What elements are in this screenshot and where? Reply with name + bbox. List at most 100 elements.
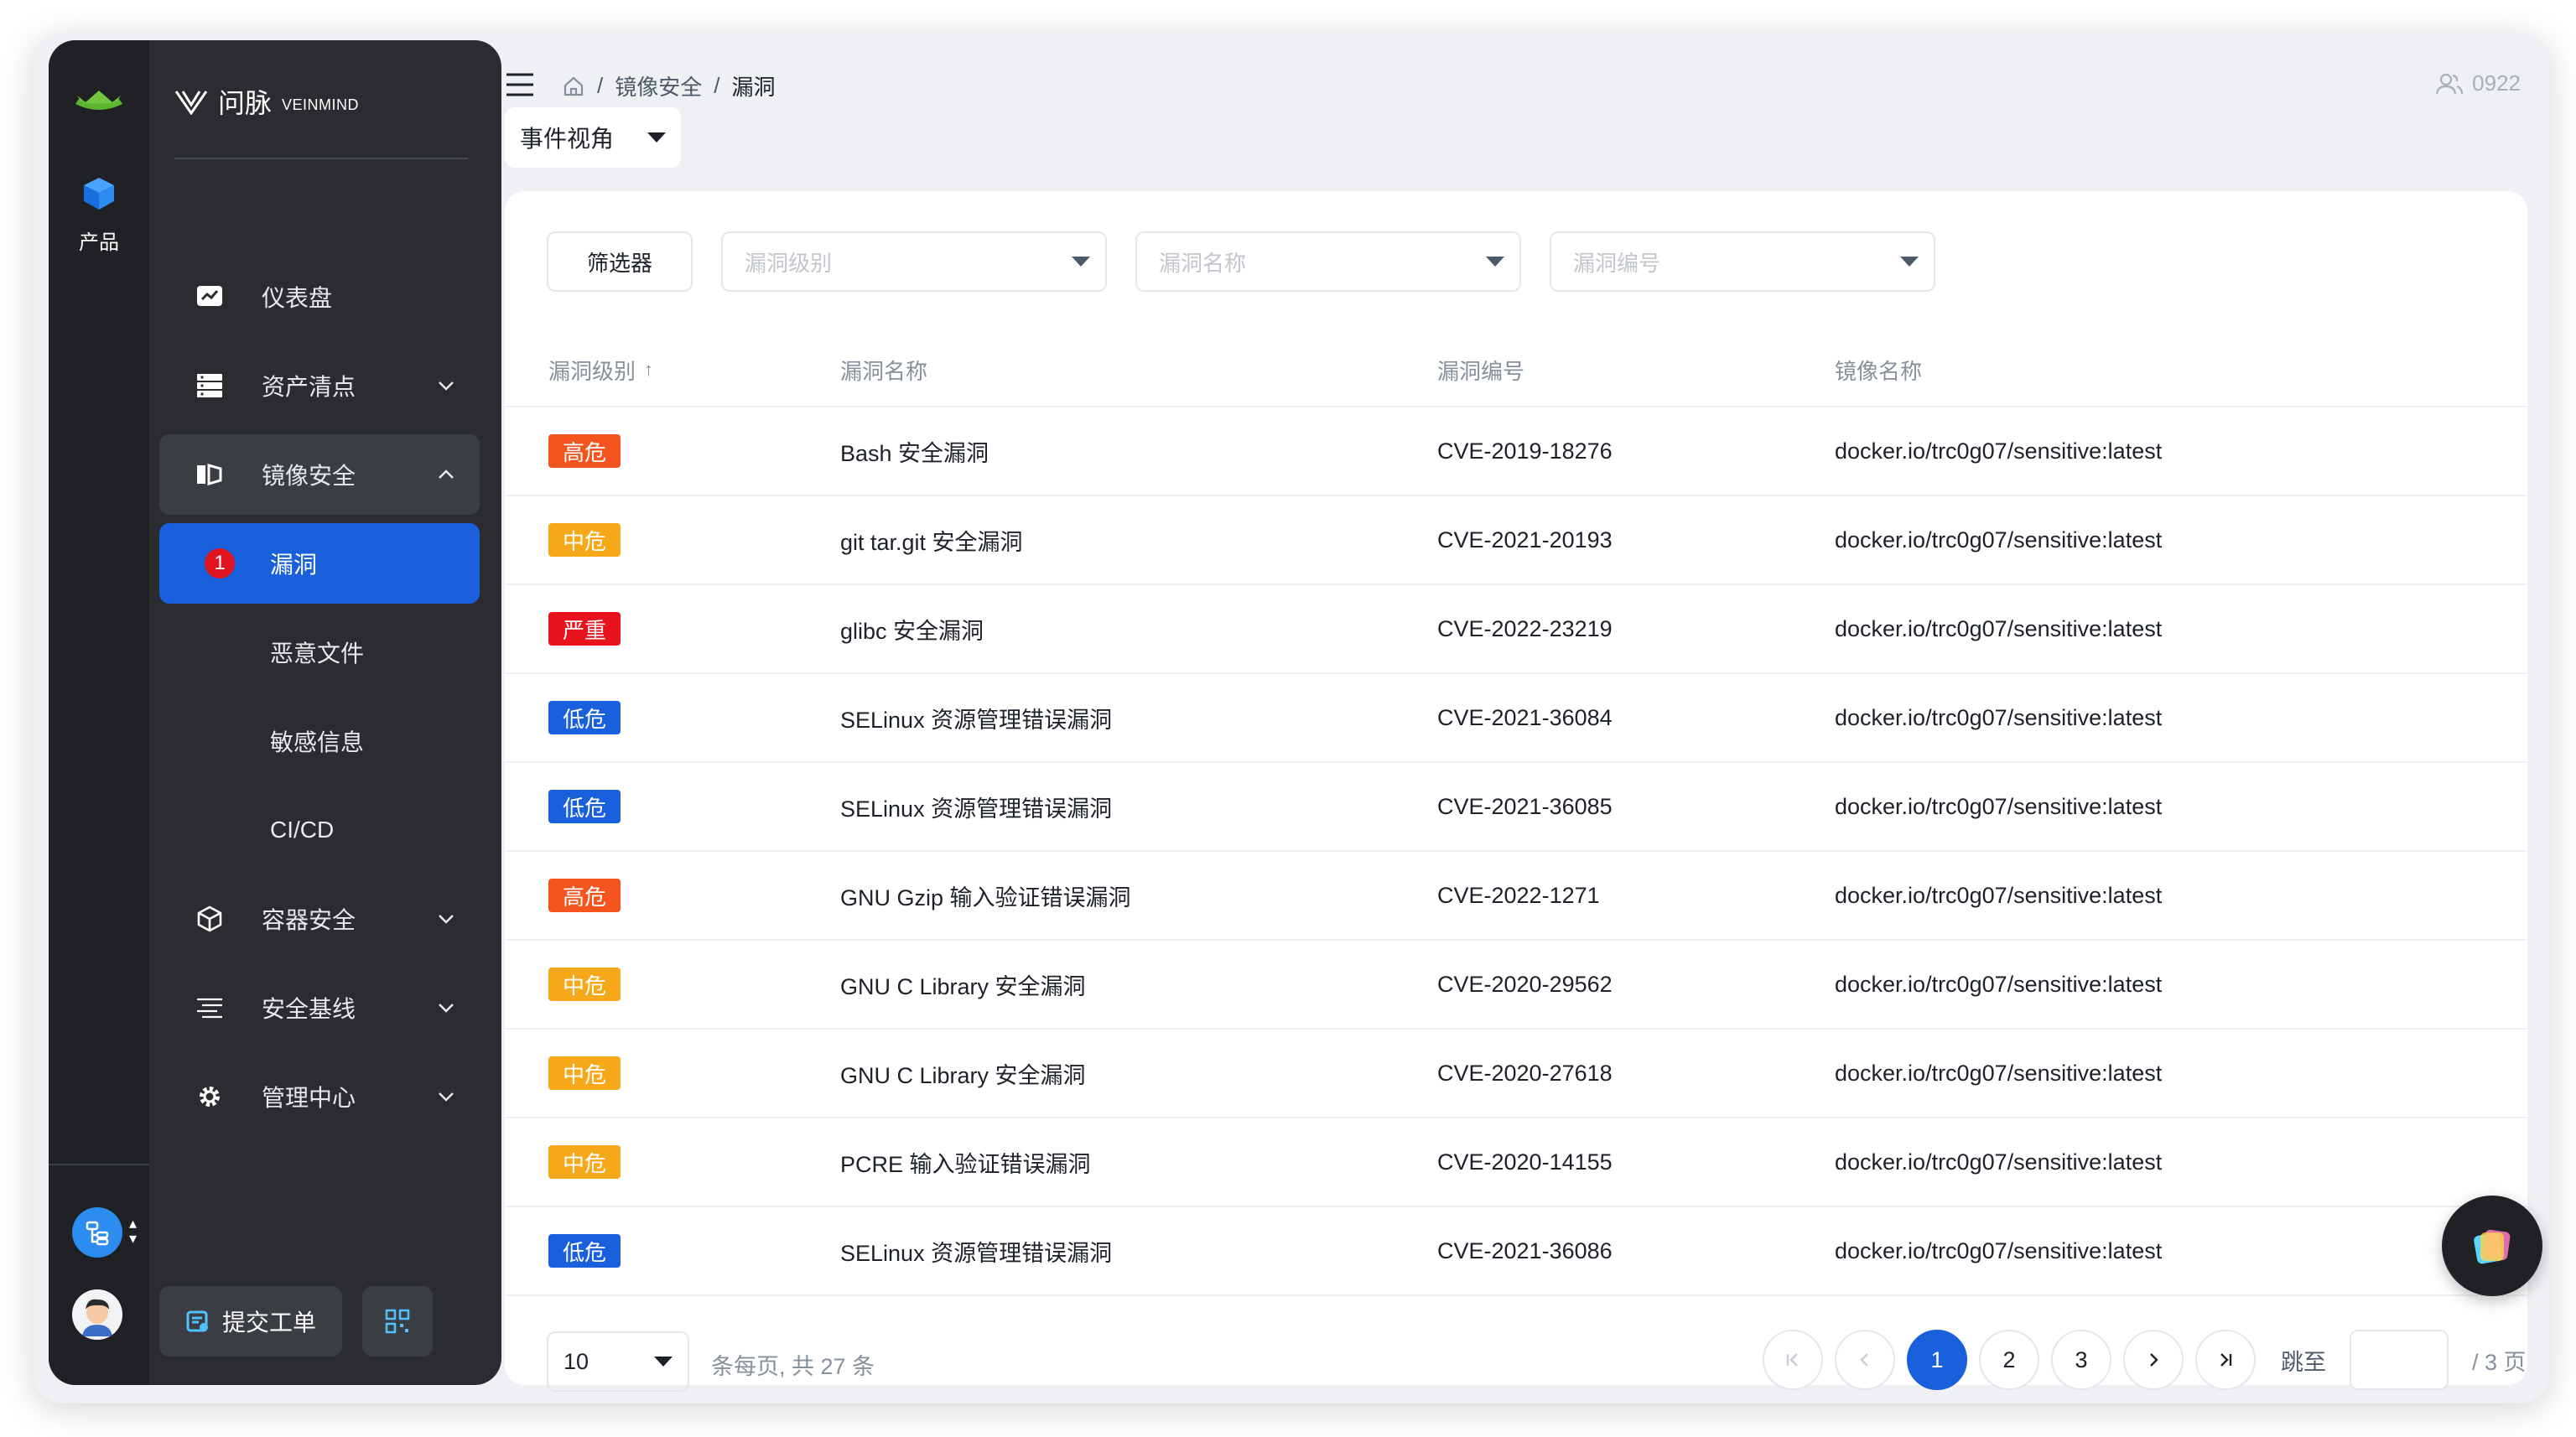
total-pages-label: / 3 页 (2472, 1349, 2527, 1375)
cell-vuln-name: SELinux 资源管理错误漏洞 (840, 1240, 1113, 1266)
ticket-icon (186, 1310, 208, 1332)
sidebar-item-label: 安全基线 (262, 996, 356, 1022)
cell-image-name: docker.io/trc0g07/sensitive:latest (1835, 1149, 2163, 1175)
sidebar-item-label: 仪表盘 (262, 285, 333, 311)
page-size-value: 10 (564, 1348, 589, 1374)
table-row[interactable]: 严重 glibc 安全漏洞 CVE-2022-23219 docker.io/trc0… (505, 585, 2527, 674)
column-header-image: 镜像名称 (1835, 358, 1923, 384)
menu-toggle-icon[interactable] (505, 72, 535, 97)
table-row[interactable]: 高危 Bash 安全漏洞 CVE-2019-18276 docker.io/trc0g… (505, 407, 2527, 496)
box-icon (195, 904, 225, 934)
chevron-right-icon (2150, 1353, 2158, 1367)
sidebar-item-label: 敏感信息 (270, 729, 365, 755)
chevron-down-icon (439, 915, 454, 924)
product-switcher[interactable]: 产品 (49, 174, 149, 255)
sidebar-item-sensitive-info[interactable]: 敏感信息 (159, 701, 480, 781)
submit-ticket-label: 提交工单 (221, 1310, 316, 1336)
sidebar-item-security-baseline[interactable]: 安全基线 (159, 968, 480, 1048)
sidebar-item-admin-center[interactable]: 管理中心 (159, 1056, 480, 1137)
table-row[interactable]: 高危 GNU Gzip 输入验证错误漏洞 CVE-2022-1271 docker.i… (505, 852, 2527, 941)
table-row[interactable]: 中危 GNU C Library 安全漏洞 CVE-2020-27618 docker… (505, 1030, 2527, 1118)
caret-down-icon (1486, 257, 1504, 267)
chevron-down-icon (439, 1004, 454, 1013)
vulnerability-card: 筛选器 漏洞级别 漏洞名称 漏洞编号 漏洞级别 ↑ 漏洞名称 漏洞编号 镜像名称… (505, 191, 2527, 1392)
filter-button[interactable]: 筛选器 (547, 231, 693, 292)
next-page-button[interactable] (2123, 1330, 2184, 1390)
jump-to-label: 跳至 (2281, 1349, 2326, 1375)
veinmind-logo-icon (174, 91, 208, 115)
image-security-icon (195, 459, 225, 490)
severity-badge: 高危 (548, 879, 621, 912)
jump-to-input[interactable] (2350, 1330, 2449, 1390)
column-header-level[interactable]: 漏洞级别 ↑ (505, 355, 840, 386)
breadcrumb-item[interactable]: 镜像安全 (615, 70, 702, 101)
sidebar-item-vulnerabilities[interactable]: 1 漏洞 (159, 523, 480, 604)
cell-vuln-name: GNU Gzip 输入验证错误漏洞 (840, 885, 1131, 910)
rail-divider (49, 1164, 149, 1165)
cell-vuln-name: SELinux 资源管理错误漏洞 (840, 796, 1113, 822)
brand-name-cn: 问脉 (218, 88, 273, 118)
page-button-3[interactable]: 3 (2051, 1330, 2111, 1390)
level-filter-placeholder: 漏洞级别 (745, 250, 833, 276)
server-icon (195, 371, 225, 401)
cell-level: 低危 (505, 1234, 840, 1268)
first-page-button[interactable] (1763, 1330, 1823, 1390)
cell-image-name: docker.io/trc0g07/sensitive:latest (1835, 438, 2163, 464)
name-filter-select[interactable]: 漏洞名称 (1135, 231, 1521, 292)
prev-page-button[interactable] (1835, 1330, 1895, 1390)
sidebar-item-container-security[interactable]: 容器安全 (159, 879, 480, 959)
id-filter-placeholder: 漏洞编号 (1573, 250, 1661, 276)
cell-cve-id: CVE-2021-36084 (1437, 704, 1613, 730)
breadcrumb-separator: / (714, 73, 720, 98)
cell-vuln-name: git tar.git 安全漏洞 (840, 529, 1023, 555)
level-filter-select[interactable]: 漏洞级别 (721, 231, 1107, 292)
first-page-icon (1786, 1353, 1798, 1367)
severity-badge: 低危 (548, 1234, 621, 1268)
submit-ticket-button[interactable]: 提交工单 (159, 1286, 342, 1357)
user-avatar[interactable] (72, 1289, 122, 1340)
table-row[interactable]: 低危 SELinux 资源管理错误漏洞 CVE-2021-36084 docker.i… (505, 674, 2527, 763)
filter-bar: 筛选器 漏洞级别 漏洞名称 漏洞编号 (547, 231, 1935, 292)
table-row[interactable]: 低危 SELinux 资源管理错误漏洞 CVE-2021-36086 docker.i… (505, 1207, 2527, 1296)
qr-code-button[interactable] (362, 1286, 433, 1357)
sidebar-item-label: 恶意文件 (270, 641, 365, 667)
sidebar-item-malicious-files[interactable]: 恶意文件 (159, 612, 480, 693)
table-row[interactable]: 中危 GNU C Library 安全漏洞 CVE-2020-29562 docker… (505, 941, 2527, 1030)
cell-level: 低危 (505, 790, 840, 823)
severity-badge: 中危 (548, 1056, 621, 1090)
severity-badge: 严重 (548, 612, 621, 646)
sidebar-item-cicd[interactable]: CI/CD (159, 790, 480, 870)
sidebar: 产品 ▴ ▾ 问脉 VEINMIND 仪表盘 资产清点 镜像安全 1 漏洞 恶意… (49, 40, 501, 1385)
users-icon (2436, 73, 2464, 94)
page-size-select[interactable]: 10 (547, 1331, 689, 1392)
pagination-info: 条每页, 共 27 条 (711, 1354, 875, 1379)
table-row[interactable]: 中危 git tar.git 安全漏洞 CVE-2021-20193 docker.i… (505, 496, 2527, 585)
sidebar-item-assets[interactable]: 资产清点 (159, 345, 480, 426)
table-row[interactable]: 中危 PCRE 输入验证错误漏洞 CVE-2020-14155 docker.io/t… (505, 1118, 2527, 1207)
assistant-fab[interactable] (2442, 1196, 2542, 1296)
home-icon[interactable] (562, 75, 585, 98)
avatar-icon (72, 1289, 122, 1340)
cell-image-name: docker.io/trc0g07/sensitive:latest (1835, 882, 2163, 908)
view-mode-select[interactable]: 事件视角 (505, 107, 681, 168)
sidebar-item-label: 漏洞 (270, 552, 318, 578)
cell-cve-id: CVE-2021-36085 (1437, 793, 1613, 819)
cell-level: 高危 (505, 434, 840, 468)
cell-cve-id: CVE-2022-1271 (1437, 882, 1600, 908)
last-page-button[interactable] (2195, 1330, 2256, 1390)
sidebar-item-image-security[interactable]: 镜像安全 (159, 434, 480, 515)
sidebar-item-dashboard[interactable]: 仪表盘 (159, 257, 480, 337)
user-account[interactable]: 0922 (2435, 70, 2521, 96)
pagination: 1 2 3 跳至 / 3 页 (1763, 1330, 2527, 1390)
page-button-2[interactable]: 2 (1979, 1330, 2039, 1390)
cell-level: 中危 (505, 523, 840, 557)
page-button-1[interactable]: 1 (1907, 1330, 1967, 1390)
cell-image-name: docker.io/trc0g07/sensitive:latest (1835, 1060, 2163, 1086)
org-switch-button[interactable] (72, 1207, 122, 1258)
table-row[interactable]: 低危 SELinux 资源管理错误漏洞 CVE-2021-36085 docker.i… (505, 763, 2527, 852)
cell-level: 高危 (505, 879, 840, 912)
id-filter-select[interactable]: 漏洞编号 (1550, 231, 1935, 292)
last-page-icon (2220, 1353, 2232, 1367)
caret-down-icon (647, 132, 666, 143)
sort-asc-icon[interactable]: ↑ (644, 359, 653, 381)
